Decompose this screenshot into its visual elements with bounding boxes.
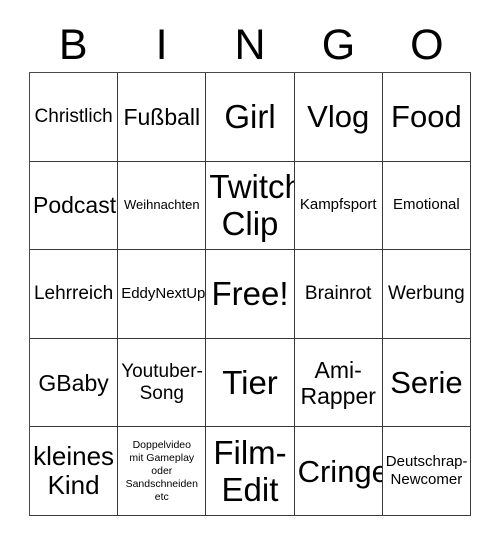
bingo-cell-label: Podcast (33, 192, 117, 219)
bingo-cell-o2[interactable]: Emotional (382, 161, 471, 251)
bingo-cell-label: Vlog (307, 99, 370, 135)
bingo-grid: Christlich Fußball Girl Vlog Food Podcas… (29, 72, 471, 516)
bingo-cell-label: Food (391, 99, 462, 135)
bingo-cell-label: Doppelvideo mit Gameplay oder Sandschnei… (125, 438, 198, 503)
bingo-cell-g4[interactable]: Ami- Rapper (294, 338, 383, 428)
bingo-cell-label: Twitch Clip (209, 168, 295, 243)
bingo-cell-label: Werbung (388, 282, 465, 304)
bingo-cell-free-space[interactable]: Free! (206, 250, 295, 339)
bingo-cell-label: Deutschrap- Newcomer (385, 453, 468, 489)
bingo-cell-i5[interactable]: Doppelvideo mit Gameplay oder Sandschnei… (118, 427, 207, 516)
bingo-header: B I N G O (29, 18, 471, 72)
bingo-cell-g3[interactable]: Brainrot (294, 250, 383, 339)
bingo-header-letter-n: N (234, 21, 266, 69)
bingo-cell-label: Weihnachten (123, 197, 200, 213)
bingo-cell-b1[interactable]: Christlich (30, 73, 119, 162)
bingo-header-letter-i: I (155, 21, 168, 69)
bingo-header-letter-g: G (321, 21, 356, 69)
bingo-cell-n4[interactable]: Tier (206, 338, 295, 428)
bingo-header-letter-o: O (410, 21, 444, 69)
bingo-cell-i2[interactable]: Weihnachten (118, 161, 207, 251)
bingo-cell-label: Film- Edit (213, 434, 287, 509)
bingo-cell-i1[interactable]: Fußball (118, 73, 207, 162)
bingo-cell-o3[interactable]: Werbung (382, 250, 471, 339)
bingo-cell-label: Tier (222, 364, 278, 402)
bingo-cell-b3[interactable]: Lehrreich (30, 250, 119, 339)
bingo-cell-label: Emotional (393, 196, 460, 214)
bingo-cell-n1[interactable]: Girl (206, 73, 295, 162)
bingo-cell-label: Free! (211, 275, 289, 313)
bingo-cell-i4[interactable]: Youtuber- Song (118, 338, 207, 428)
bingo-cell-n5[interactable]: Film- Edit (206, 427, 295, 516)
bingo-cell-g5[interactable]: Cringe (294, 427, 383, 516)
bingo-cell-g1[interactable]: Vlog (294, 73, 383, 162)
bingo-cell-b4[interactable]: GBaby (30, 338, 119, 428)
bingo-cell-label: Girl (224, 98, 276, 136)
bingo-cell-label: Lehrreich (33, 282, 114, 304)
bingo-cell-b5[interactable]: kleines Kind (30, 427, 119, 516)
bingo-cell-label: kleines Kind (33, 441, 115, 501)
bingo-cell-label: GBaby (38, 369, 109, 396)
bingo-cell-b2[interactable]: Podcast (30, 161, 119, 251)
bingo-cell-o4[interactable]: Serie (382, 338, 471, 428)
bingo-cell-label: Ami- Rapper (300, 356, 376, 409)
bingo-cell-i3[interactable]: EddyNextUp (118, 250, 207, 339)
bingo-cell-label: Youtuber- Song (121, 360, 203, 404)
bingo-card: B I N G O Christlich Fußball Girl Vlog F… (0, 0, 500, 544)
bingo-cell-g2[interactable]: Kampfsport (294, 161, 383, 251)
bingo-header-letter-b: B (58, 21, 88, 69)
bingo-cell-label: EddyNextUp (121, 284, 206, 302)
bingo-cell-label: Kampfsport (299, 196, 377, 214)
bingo-cell-o1[interactable]: Food (382, 73, 471, 162)
bingo-cell-label: Cringe (297, 453, 383, 489)
bingo-cell-label: Serie (390, 365, 463, 401)
bingo-cell-label: Christlich (34, 105, 113, 127)
bingo-cell-o5[interactable]: Deutschrap- Newcomer (382, 427, 471, 516)
bingo-cell-n2[interactable]: Twitch Clip (206, 161, 295, 251)
bingo-cell-label: Brainrot (304, 282, 372, 304)
bingo-cell-label: Fußball (123, 103, 201, 130)
